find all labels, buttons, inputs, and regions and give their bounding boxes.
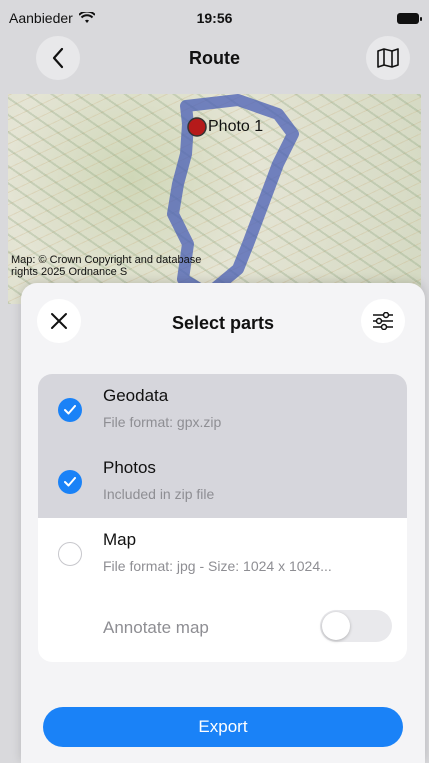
photo-pin	[187, 117, 207, 137]
part-row-map[interactable]: Map File format: jpg - Size: 1024 x 1024…	[38, 518, 407, 590]
annotate-map-label: Annotate map	[103, 618, 209, 637]
part-subtitle: File format: gpx.zip	[103, 414, 222, 430]
sliders-icon	[373, 312, 393, 330]
navigation-bar: Route	[0, 34, 429, 94]
map-icon	[377, 48, 399, 68]
part-subtitle: File format: jpg - Size: 1024 x 1024...	[103, 558, 332, 574]
map-attribution: Map: © Crown Copyright and database righ…	[11, 254, 202, 278]
part-title: Photos	[103, 458, 156, 477]
part-row-geodata[interactable]: Geodata File format: gpx.zip	[38, 374, 407, 446]
battery-icon	[397, 13, 422, 24]
screen: Aanbieder 19:56 Route Photo 1 Map: © Cro…	[0, 0, 429, 763]
part-subtitle: Included in zip file	[103, 486, 215, 502]
part-row-photos[interactable]: Photos Included in zip file	[38, 446, 407, 518]
status-bar: Aanbieder 19:56	[0, 0, 429, 34]
checkmark-icon[interactable]	[58, 398, 82, 422]
page-title: Route	[189, 48, 240, 68]
export-button[interactable]: Export	[43, 707, 403, 747]
map-button[interactable]	[366, 36, 410, 80]
annotate-map-toggle[interactable]	[320, 610, 392, 642]
toggle-knob	[322, 612, 350, 640]
checkmark-icon[interactable]	[58, 470, 82, 494]
select-parts-sheet: Select parts Geodata File format: gpx.zi…	[21, 283, 425, 763]
unchecked-circle-icon[interactable]	[58, 542, 82, 566]
status-time: 19:56	[196, 10, 233, 26]
photo-pin-label: Photo 1	[208, 118, 264, 135]
filter-button[interactable]	[361, 299, 405, 343]
parts-list: Geodata File format: gpx.zip Photos Incl…	[38, 374, 407, 662]
part-title: Geodata	[103, 386, 169, 405]
part-title: Map	[103, 530, 137, 549]
map-preview[interactable]: Photo 1 Map: © Crown Copyright and datab…	[8, 94, 421, 304]
